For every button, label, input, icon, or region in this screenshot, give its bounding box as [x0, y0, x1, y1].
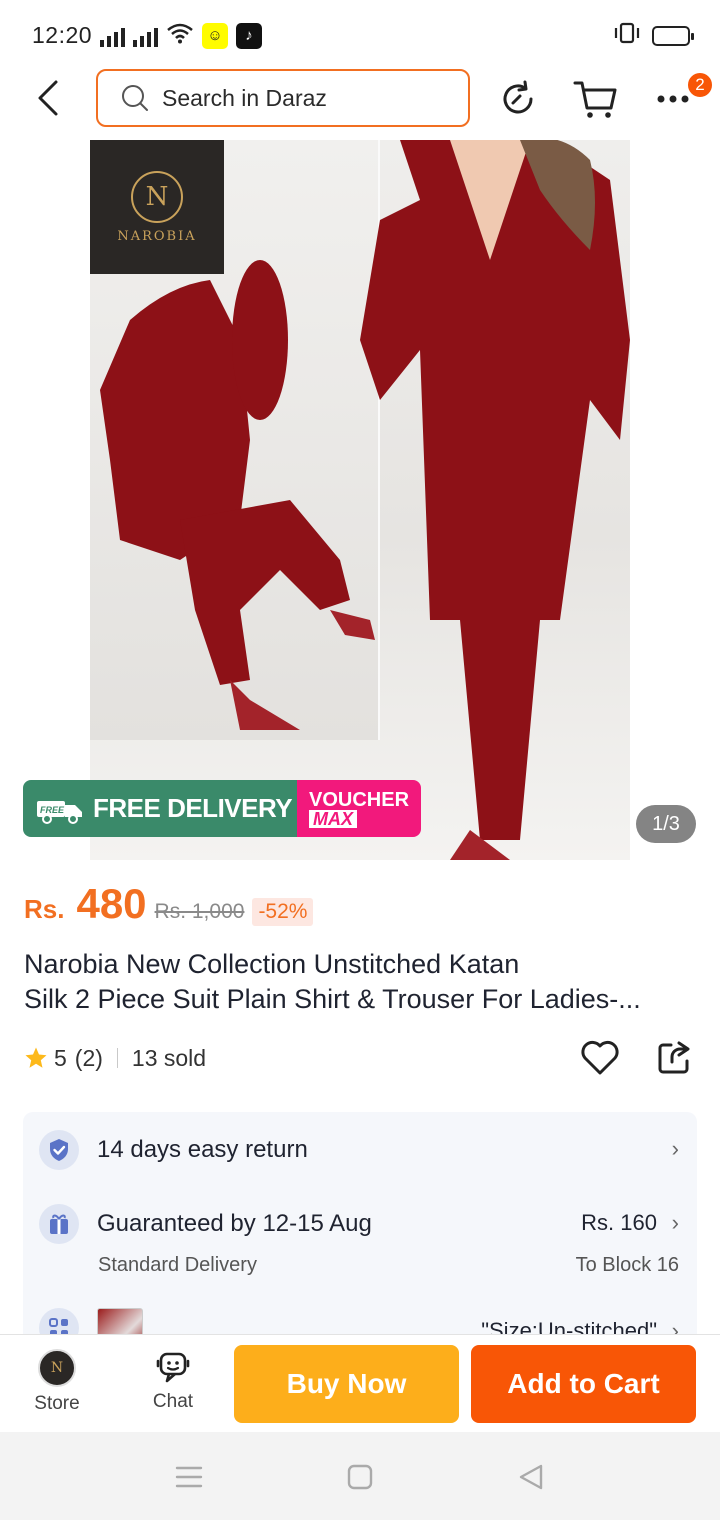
buy-now-button[interactable]: Buy Now	[234, 1345, 459, 1423]
rating-count: (2)	[74, 1044, 103, 1071]
chat-button[interactable]: Chat	[128, 1349, 218, 1413]
gift-box-icon	[39, 1204, 79, 1244]
vibrate-icon	[612, 22, 642, 49]
status-right-icons	[612, 22, 694, 49]
home-nav-button[interactable]	[345, 1462, 375, 1492]
product-image[interactable]: N NAROBIA	[90, 140, 630, 860]
discount-badge: -52%	[252, 898, 314, 926]
share-icon	[658, 1041, 690, 1074]
brand-logo-mark-icon: N	[131, 170, 183, 223]
rating-divider	[116, 1048, 118, 1068]
history-button[interactable]	[493, 74, 543, 124]
model-standing-figure	[360, 140, 630, 860]
tiktok-icon: ♪	[236, 22, 262, 49]
promo-banner: FREE FREE DELIVERY VOUCHER MAX	[23, 780, 421, 837]
price-currency: Rs.	[24, 894, 65, 924]
delivery-location: To Block 16	[575, 1254, 679, 1276]
back-arrow-icon	[38, 80, 58, 116]
sold-count: 13 sold	[131, 1044, 207, 1071]
signal-2-icon	[133, 25, 158, 47]
chat-icon	[156, 1352, 190, 1383]
store-avatar: N	[38, 1349, 76, 1387]
product-title-line-1: Narobia New Collection Unstitched Katan	[24, 949, 520, 979]
brand-logo: N NAROBIA	[90, 140, 224, 274]
image-pager: 1/3	[636, 805, 696, 843]
delivery-type-label: Standard Delivery	[98, 1254, 257, 1276]
heart-icon	[581, 1040, 619, 1075]
snapchat-icon: ☺	[202, 22, 228, 49]
status-left-icons: ☺ ♪	[100, 22, 262, 49]
wifi-icon	[166, 22, 194, 49]
wishlist-button[interactable]	[578, 1036, 622, 1080]
original-price: Rs. 1,000	[154, 900, 245, 923]
system-nav-bar	[0, 1432, 720, 1520]
free-delivery-label: FREE DELIVERY	[93, 793, 293, 823]
rating-row[interactable]: 5 (2) 13 sold	[24, 1040, 206, 1076]
cart-icon	[573, 81, 617, 118]
search-placeholder: Search in Daraz	[162, 84, 327, 111]
star-icon	[24, 1046, 48, 1070]
status-bar: 12:20 ☺ ♪	[0, 0, 720, 68]
delivery-price: Rs. 160	[581, 1210, 657, 1235]
store-label: Store	[34, 1393, 80, 1414]
home-square-icon	[347, 1464, 373, 1490]
service-card: 14 days easy return › Guaranteed by 12-1…	[23, 1112, 697, 1352]
return-policy-row[interactable]: 14 days easy return ›	[23, 1112, 697, 1188]
current-price: 480	[76, 880, 147, 927]
delivery-row[interactable]: Guaranteed by 12-15 Aug Standard Deliver…	[23, 1200, 697, 1290]
chat-label: Chat	[152, 1391, 194, 1412]
delivery-guarantee-label: Guaranteed by 12-15 Aug	[97, 1210, 372, 1237]
signal-icon	[100, 25, 125, 47]
menu-nav-button[interactable]	[174, 1462, 204, 1492]
more-icon	[657, 95, 689, 103]
top-bar: Search in Daraz 2	[0, 68, 720, 130]
truck-icon: FREE	[35, 793, 85, 825]
return-policy-label: 14 days easy return	[97, 1136, 308, 1163]
svg-text:FREE: FREE	[40, 805, 65, 815]
back-nav-button[interactable]	[516, 1462, 546, 1492]
battery-icon	[652, 25, 694, 46]
status-time: 12:20	[32, 22, 93, 48]
product-title: Narobia New Collection Unstitched Katan …	[24, 947, 704, 1017]
add-to-cart-button[interactable]: Add to Cart	[471, 1345, 696, 1423]
store-button[interactable]: N Store	[12, 1349, 102, 1415]
shield-icon	[39, 1130, 79, 1170]
menu-icon	[175, 1466, 203, 1488]
search-input[interactable]: Search in Daraz	[96, 69, 470, 127]
history-icon	[503, 80, 533, 114]
cart-button[interactable]	[570, 74, 620, 124]
voucher-max-badge: VOUCHER MAX	[297, 780, 421, 837]
rating-value: 5	[54, 1044, 67, 1071]
notification-badge: 2	[686, 71, 714, 99]
price-row: Rs. 480 Rs. 1,000 -52%	[24, 880, 314, 930]
free-delivery-badge: FREE FREE DELIVERY	[23, 780, 297, 837]
bottom-action-bar: N Store Chat Buy Now Add to Cart	[0, 1334, 720, 1432]
back-triangle-icon	[519, 1464, 543, 1490]
product-title-line-2: Silk 2 Piece Suit Plain Shirt & Trouser …	[24, 984, 641, 1014]
share-button[interactable]	[652, 1036, 696, 1080]
voucher-label: VOUCHER	[309, 788, 410, 811]
search-icon	[122, 85, 148, 111]
chevron-right-icon: ›	[671, 1210, 679, 1235]
back-button[interactable]	[28, 76, 68, 120]
brand-logo-text: NAROBIA	[117, 228, 197, 244]
voucher-max-label: MAX	[309, 809, 357, 828]
chevron-right-icon: ›	[671, 1136, 679, 1161]
